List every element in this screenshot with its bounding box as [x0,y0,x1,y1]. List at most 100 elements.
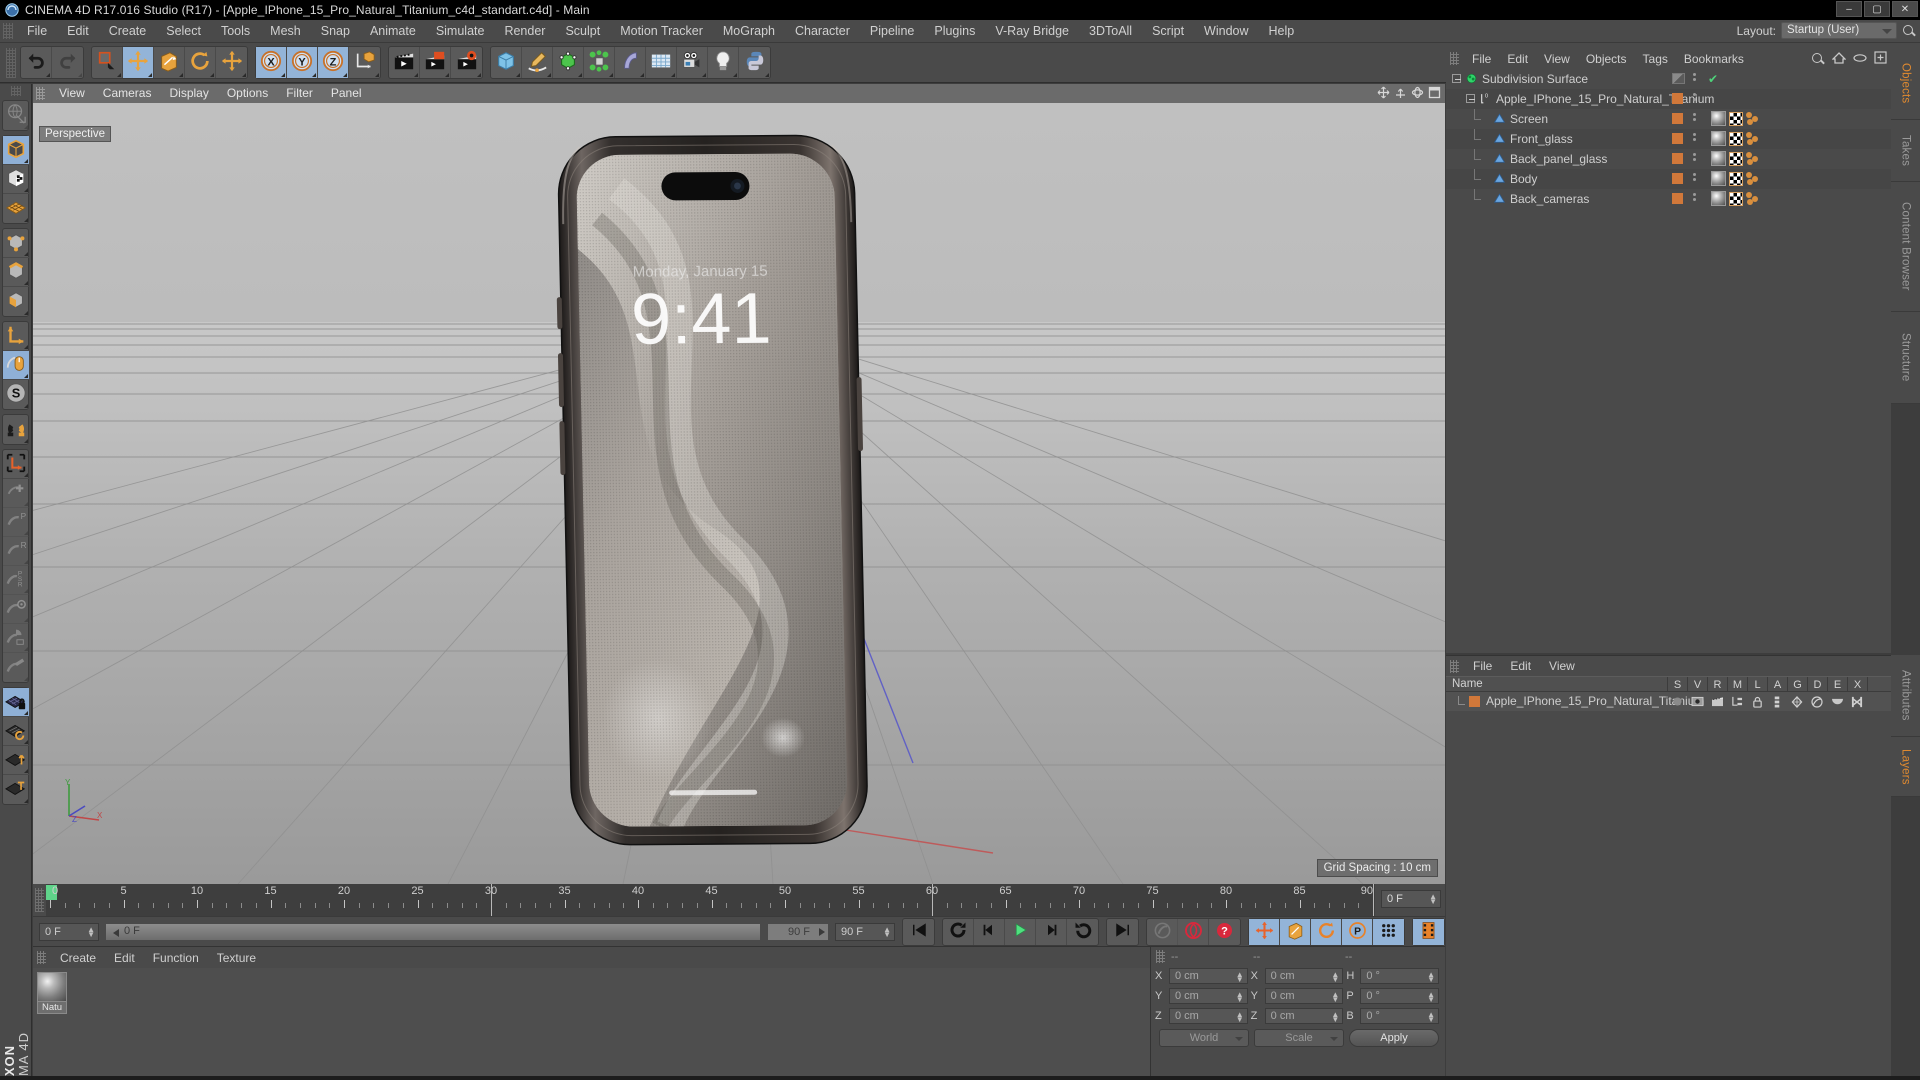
zoom-icon[interactable] [1394,86,1407,99]
xpresso-icon[interactable] [1847,694,1867,709]
right-tab-attributes[interactable]: Attributes [1891,655,1920,737]
search-icon[interactable] [1902,24,1916,38]
undo-button[interactable] [21,47,52,78]
menu-item-file[interactable]: File [17,20,57,43]
object-row[interactable]: Subdivision Surface ✔ [1446,69,1891,89]
object-dots[interactable] [1693,153,1696,161]
coord-size-input[interactable]: 0 cm ▲ ▼ [1264,1007,1344,1024]
live-selection-button[interactable] [92,47,123,78]
coord-position-input[interactable]: 0 cm ▲ ▼ [1169,987,1248,1004]
edge-snap-button[interactable] [3,653,29,682]
object-dots[interactable] [1693,173,1696,181]
selection-tag-icon[interactable] [1746,131,1761,146]
object-row[interactable]: Back_cameras [1446,189,1891,209]
go-to-start-button[interactable] [903,919,934,945]
lock-z-axis-button[interactable]: Z [318,47,349,78]
render-region-button[interactable] [420,47,451,78]
viewport-menu-display[interactable]: Display [160,84,217,103]
camera-button[interactable] [677,47,708,78]
coord-size-input[interactable]: 0 cm ▲ ▼ [1264,967,1344,984]
objectmgr-menu-bookmarks[interactable]: Bookmarks [1676,52,1752,66]
render-settings-button[interactable] [451,47,482,78]
selection-tag-icon[interactable] [1746,171,1761,186]
viewport-solo-button[interactable] [3,351,29,380]
lock-icon[interactable] [1747,694,1767,709]
right-tab-layers[interactable]: Layers [1891,737,1920,797]
edges-mode-button[interactable] [3,258,29,287]
object-row[interactable]: Body [1446,169,1891,189]
viewport-render-button[interactable] [3,101,29,130]
menu-item-mograph[interactable]: MoGraph [713,20,785,43]
manager-icon[interactable] [1727,694,1747,709]
loop-button[interactable] [943,918,974,945]
point-snap-button[interactable]: P [3,508,29,537]
object-tree[interactable]: Subdivision Surface ✔ 0 Apple_IPhone_15_Pro… [1446,69,1891,653]
menu-item-tools[interactable]: Tools [211,20,260,43]
play-button[interactable] [1005,918,1036,945]
spinner-icon[interactable]: ▲ ▼ [1236,1010,1244,1023]
object-row[interactable]: Back_panel_glass [1446,149,1891,169]
rotation-key-button[interactable] [1311,918,1342,945]
uv-tag-icon[interactable] [1729,151,1743,166]
floor-environment-button[interactable] [646,47,677,78]
play-reverse-button[interactable] [1067,919,1098,945]
redo-button[interactable] [52,47,83,78]
object-dots[interactable] [1693,113,1696,121]
lock-workplane-button[interactable] [3,688,29,717]
selection-tag-icon[interactable] [1746,111,1761,126]
selection-tag-icon[interactable] [1746,151,1761,166]
coordinates-grip[interactable] [1156,950,1165,963]
menu-item-edit[interactable]: Edit [57,20,99,43]
menu-item-sculpt[interactable]: Sculpt [555,20,610,43]
object-dots[interactable] [1693,133,1696,141]
apply-button[interactable]: Apply [1349,1029,1439,1047]
layer-column-e[interactable]: E [1827,677,1847,693]
right-tab-structure[interactable]: Structure [1891,312,1920,404]
timeline-frame-field[interactable]: 0 F ▲ ▼ [1381,890,1441,908]
spinner-icon[interactable]: ▲ ▼ [1427,1010,1435,1023]
rotation-snap-button[interactable]: R [3,537,29,566]
object-color-chip[interactable] [1672,113,1683,124]
right-tab-objects[interactable]: Objects [1891,48,1920,120]
add-point-button[interactable] [3,479,29,508]
quantize-button[interactable] [3,450,29,479]
eye-icon[interactable] [1853,52,1867,66]
spinner-icon[interactable]: ▲ ▼ [1331,970,1339,983]
menu-item-v-ray-bridge[interactable]: V-Ray Bridge [985,20,1079,43]
transform-tool-button[interactable] [216,47,247,78]
render-view-button[interactable] [389,47,420,78]
menu-item-create[interactable]: Create [99,20,157,43]
center-snap-button[interactable] [3,595,29,624]
uv-tag-icon[interactable] [1729,171,1743,186]
material-tag-icon[interactable] [1711,191,1726,206]
viewport-menu-panel[interactable]: Panel [322,84,371,103]
timeline-ruler[interactable]: 051015202530354045505560657075808590 0 F… [33,884,1445,916]
layer-column-d[interactable]: D [1807,677,1827,693]
object-dots[interactable] [1693,93,1696,101]
object-manager-grip[interactable] [1450,52,1459,65]
deformer-icon[interactable] [1807,694,1827,709]
coord-position-input[interactable]: 0 cm ▲ ▼ [1169,1007,1248,1024]
material-item[interactable]: Natu [37,972,67,1014]
material-grip[interactable] [37,951,46,964]
maximize-button[interactable]: ▢ [1864,1,1890,17]
preview-range-end[interactable]: 90 F [767,922,829,941]
move-tool-button[interactable] [123,47,154,78]
pan-icon[interactable] [1377,86,1390,99]
expand-toggle[interactable] [1466,94,1475,103]
viewport-menu-options[interactable]: Options [218,84,277,103]
right-tab-takes[interactable]: Takes [1891,120,1920,182]
close-button[interactable]: ✕ [1892,1,1918,17]
material-tag-icon[interactable] [1711,131,1726,146]
menu-item-plugins[interactable]: Plugins [924,20,985,43]
material-menu-texture[interactable]: Texture [208,951,265,965]
timeline-grip[interactable] [35,888,44,912]
polygon-snap-button[interactable] [3,624,29,653]
selection-tag-icon[interactable] [1746,191,1761,206]
spinner-icon[interactable]: ▲ ▼ [1429,893,1437,906]
spinner-icon[interactable]: ▲ ▼ [1427,990,1435,1003]
menu-item-select[interactable]: Select [156,20,211,43]
layer-column-x[interactable]: X [1847,677,1867,693]
layer-grip[interactable] [1450,659,1459,673]
uv-tag-icon[interactable] [1729,111,1743,126]
